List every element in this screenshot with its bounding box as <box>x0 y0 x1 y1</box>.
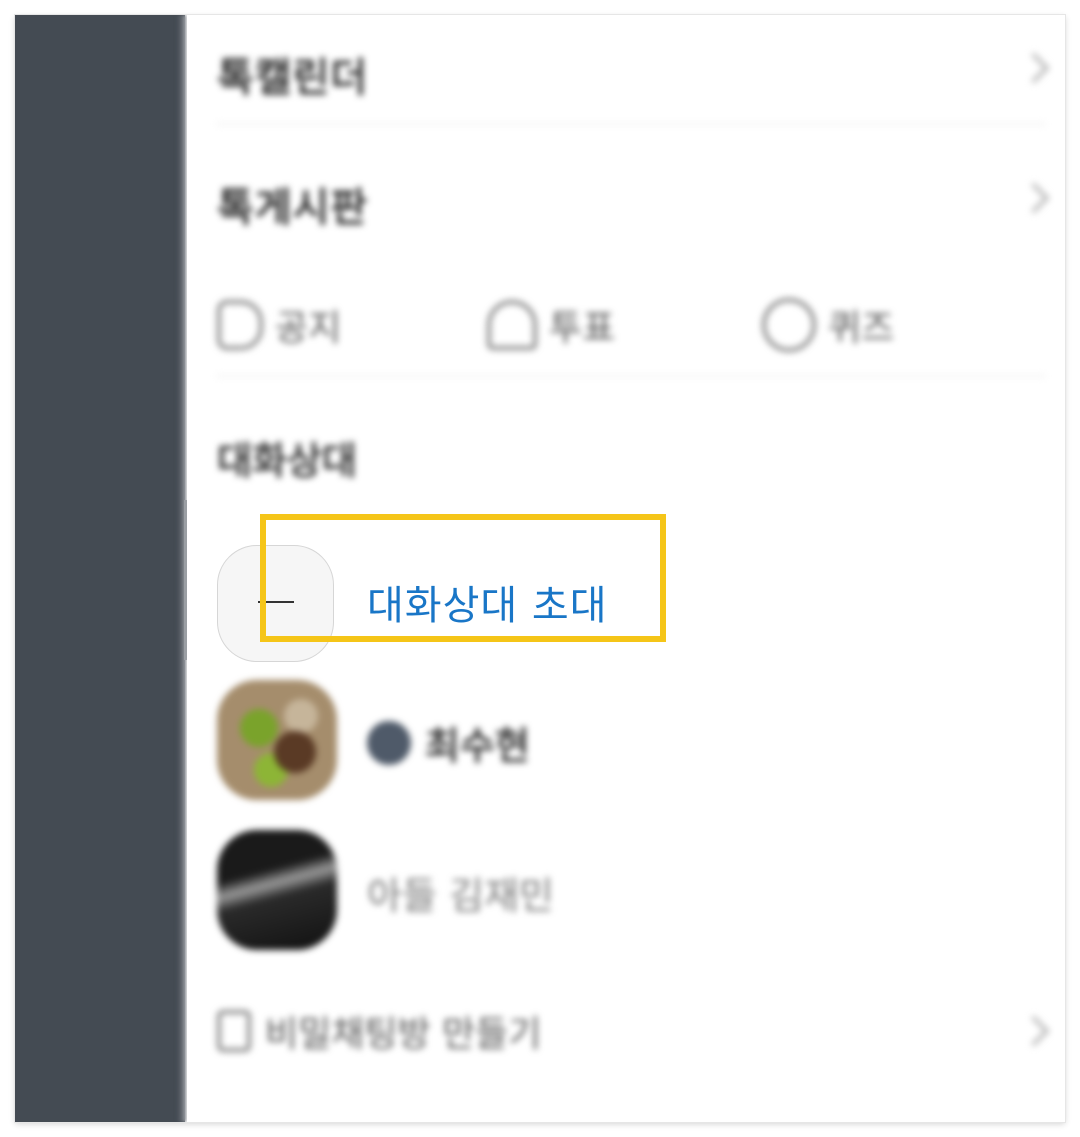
invite-avatar <box>217 545 334 662</box>
megaphone-icon <box>217 300 263 350</box>
invite-row-edge <box>184 500 187 660</box>
member-name: 아들 김재민 <box>367 865 554 920</box>
vote-box-icon <box>487 300 537 350</box>
member-name-text: 최수현 <box>425 724 530 768</box>
action-notice-label: 공지 <box>275 308 342 349</box>
action-vote-label: 투표 <box>549 308 616 349</box>
menu-row-calendar-label: 톡캘린더 <box>217 55 369 101</box>
divider <box>217 123 1045 125</box>
action-vote[interactable]: 투표 <box>487 300 615 350</box>
action-quiz[interactable]: 퀴즈 <box>762 298 895 352</box>
invite-member-label: 대화상대 초대 <box>367 583 608 629</box>
action-quiz-label: 퀴즈 <box>828 308 895 349</box>
chevron-right-icon <box>1018 182 1050 214</box>
chevron-right-icon <box>1018 52 1050 84</box>
menu-row-board-label: 톡게시판 <box>217 185 369 231</box>
member-avatar <box>217 680 337 800</box>
chat-side-drawer: 톡캘린더 톡게시판 공지 투표 퀴즈 대화상대 대화상대 초대 최수현 아들 김… <box>184 15 1065 1122</box>
action-notice[interactable]: 공지 <box>217 300 341 350</box>
secret-chat-label: 비밀채팅방 만들기 <box>265 1014 542 1055</box>
member-name: 최수현 <box>367 715 530 770</box>
quiz-icon <box>762 298 816 352</box>
secret-chat-content: 비밀채팅방 만들기 <box>217 1005 541 1057</box>
me-badge-icon <box>367 720 411 765</box>
chevron-right-icon <box>1018 1015 1050 1047</box>
member-name-text: 아들 김재민 <box>367 874 554 918</box>
divider <box>217 375 1045 377</box>
chat-background-dimmed[interactable] <box>15 15 185 1122</box>
invite-member-button[interactable]: 대화상대 초대 <box>184 500 787 662</box>
plus-icon <box>258 601 294 603</box>
lock-icon <box>217 1010 251 1052</box>
member-avatar <box>217 830 337 950</box>
chat-drawer-frame: 톡캘린더 톡게시판 공지 투표 퀴즈 대화상대 대화상대 초대 최수현 아들 김… <box>15 15 1065 1122</box>
members-section-title: 대화상대 <box>217 439 357 483</box>
